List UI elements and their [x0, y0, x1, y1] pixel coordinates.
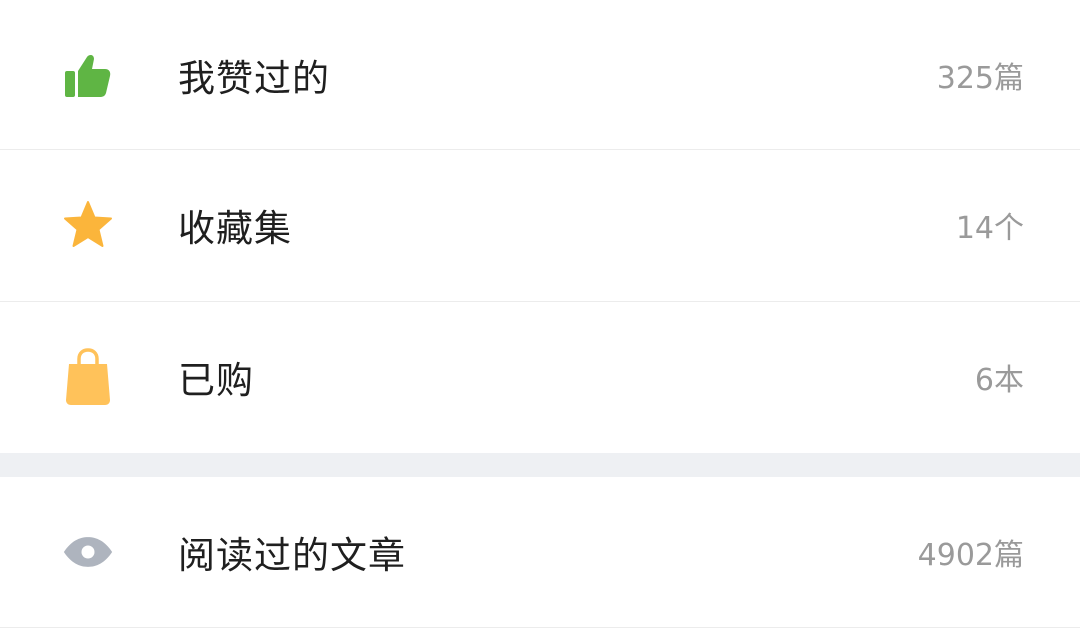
profile-menu-list: 我赞过的 325篇 收藏集 14个 已购 6本 阅读过的文章 4902篇 [0, 0, 1080, 642]
menu-item-purchased[interactable]: 已购 6本 [0, 302, 1080, 452]
menu-item-label: 已购 [178, 359, 254, 402]
divider [0, 627, 1080, 628]
menu-item-count: 4902篇 [917, 538, 1024, 573]
menu-item-read-articles[interactable]: 阅读过的文章 4902篇 [0, 477, 1080, 627]
menu-item-label: 我赞过的 [178, 57, 330, 100]
eye-icon [62, 526, 114, 578]
section-separator [0, 453, 1080, 477]
thumbs-up-icon [62, 49, 114, 101]
menu-item-count: 6本 [974, 363, 1024, 398]
menu-item-liked[interactable]: 我赞过的 325篇 [0, 0, 1080, 150]
star-icon [62, 199, 114, 251]
menu-item-collections[interactable]: 收藏集 14个 [0, 150, 1080, 300]
menu-item-count: 325篇 [936, 61, 1024, 96]
menu-item-label: 阅读过的文章 [178, 534, 406, 577]
menu-item-label: 收藏集 [178, 207, 292, 250]
menu-item-count: 14个 [955, 211, 1024, 246]
shopping-bag-icon [62, 348, 114, 405]
